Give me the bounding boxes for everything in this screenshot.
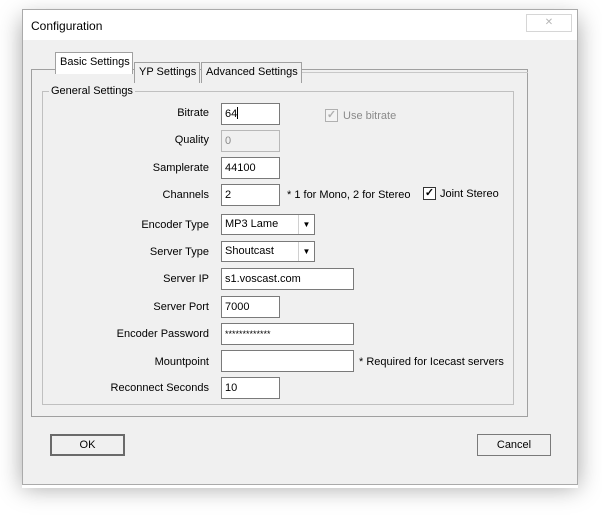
use-bitrate-label: Use bitrate	[343, 110, 397, 122]
server-port-input[interactable]: 7000	[221, 296, 280, 318]
mountpoint-note: * Required for Icecast servers	[359, 356, 504, 368]
bitrate-input[interactable]: 64	[221, 103, 280, 125]
close-icon: ✕	[544, 17, 554, 28]
reconnect-seconds-input[interactable]: 10	[221, 377, 280, 399]
chevron-down-icon: ▼	[298, 215, 314, 234]
server-ip-input[interactable]: s1.voscast.com	[221, 268, 354, 290]
joint-stereo-checkbox[interactable]: ✓	[423, 187, 436, 200]
samplerate-label: Samplerate	[152, 162, 209, 174]
chevron-down-icon: ▼	[298, 242, 314, 261]
tab-yp-settings[interactable]: YP Settings	[134, 62, 200, 83]
channels-label: Channels	[162, 189, 209, 201]
quality-input[interactable]: 0	[221, 130, 280, 152]
server-type-select[interactable]: Shoutcast ▼	[221, 241, 315, 262]
quality-label: Quality	[174, 134, 209, 146]
channels-note: * 1 for Mono, 2 for Stereo	[287, 189, 411, 201]
tab-strip-line	[281, 72, 528, 73]
encoder-password-input[interactable]: *************	[221, 323, 354, 345]
mountpoint-input[interactable]	[221, 350, 354, 372]
channels-input[interactable]: 2	[221, 184, 280, 206]
mountpoint-label: Mountpoint	[154, 356, 209, 368]
checkmark-icon: ✓	[326, 109, 337, 121]
encoder-type-select[interactable]: MP3 Lame ▼	[221, 214, 315, 235]
ok-button[interactable]: OK	[50, 434, 125, 456]
encoder-password-label: Encoder Password	[116, 328, 209, 340]
server-port-label: Server Port	[153, 301, 209, 313]
tab-basic-settings[interactable]: Basic Settings	[55, 52, 133, 74]
close-button[interactable]: ✕	[526, 14, 572, 32]
cancel-button[interactable]: Cancel	[477, 434, 551, 456]
bitrate-label: Bitrate	[177, 107, 209, 119]
joint-stereo-label: Joint Stereo	[440, 188, 499, 200]
samplerate-input[interactable]: 44100	[221, 157, 280, 179]
checkmark-icon: ✓	[424, 187, 435, 199]
window-title: Configuration	[31, 19, 103, 33]
tab-advanced-settings[interactable]: Advanced Settings	[201, 62, 302, 83]
server-ip-label: Server IP	[163, 273, 209, 285]
title-bar: Configuration ✕	[23, 10, 577, 40]
reconnect-seconds-label: Reconnect Seconds	[110, 382, 209, 394]
encoder-type-label: Encoder Type	[141, 219, 209, 231]
use-bitrate-checkbox[interactable]: ✓	[325, 109, 338, 122]
server-type-label: Server Type	[149, 246, 209, 258]
general-settings-legend: General Settings	[49, 85, 135, 97]
